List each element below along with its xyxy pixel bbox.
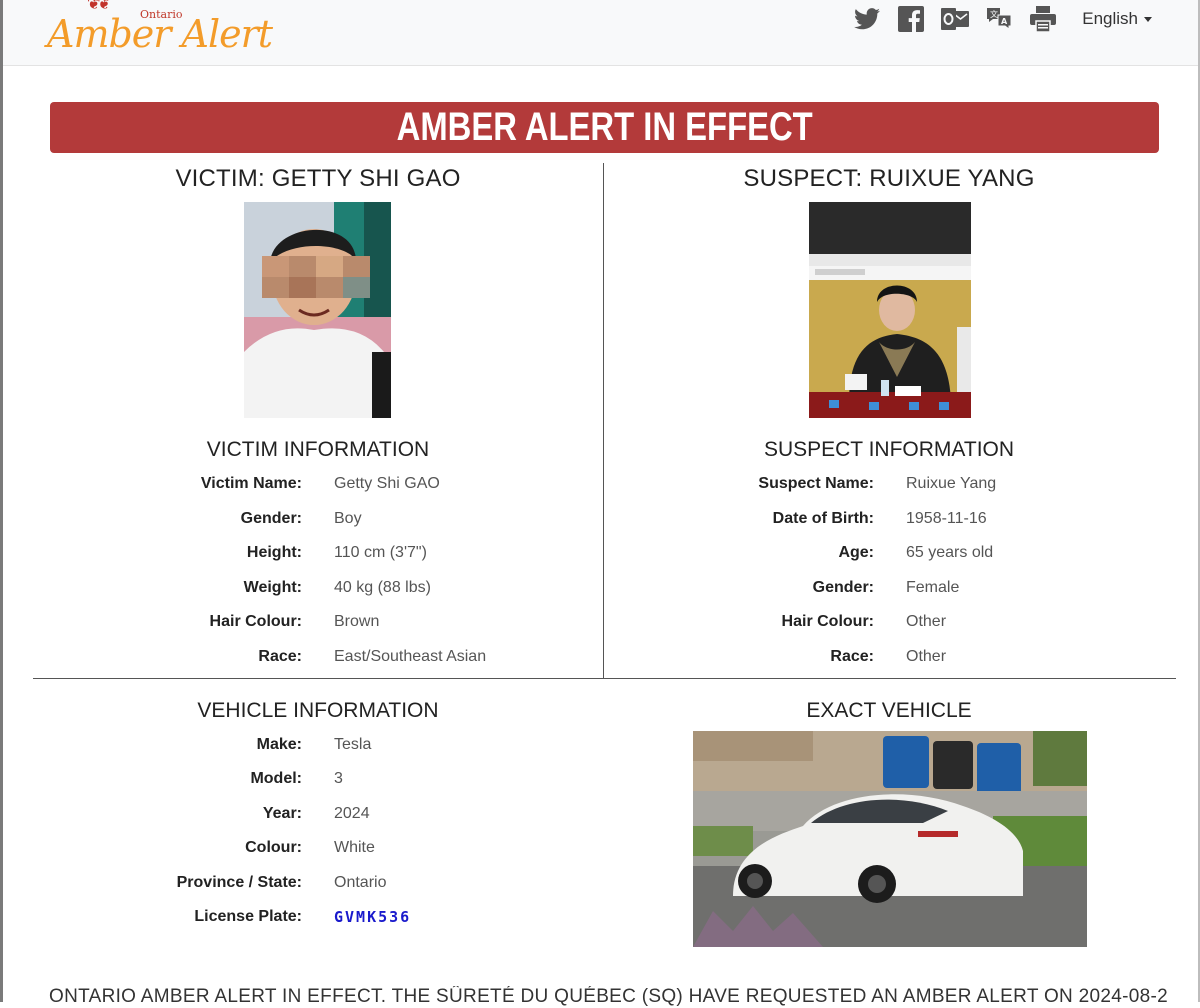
field-label: Model:: [250, 770, 302, 787]
suspect-info-title: SUSPECT INFORMATION: [763, 438, 1015, 461]
field-value: Other: [906, 648, 947, 665]
top-navbar: ❦❦ Ontario Amber Alert 文A English: [3, 0, 1198, 66]
field-value: Ontario: [334, 874, 387, 891]
outlook-icon[interactable]: [940, 5, 970, 33]
field-label: Gender:: [812, 579, 874, 596]
field-label: Hair Colour:: [781, 613, 874, 630]
field-label: Hair Colour:: [209, 613, 302, 630]
field-label: Race:: [258, 648, 302, 665]
field-label: Height:: [246, 544, 302, 561]
logo-text: Amber Alert: [47, 12, 273, 56]
share-toolbar: 文A English: [852, 4, 1152, 34]
victim-info-title: VICTIM INFORMATION: [206, 438, 430, 461]
alert-banner: AMBER ALERT IN EFFECT: [50, 102, 1159, 153]
print-icon[interactable]: [1028, 5, 1058, 33]
victim-heading: VICTIM: GETTY SHI GAO: [175, 165, 461, 192]
field-label: Province / State:: [176, 874, 302, 891]
facebook-icon[interactable]: [896, 5, 926, 33]
svg-text:文: 文: [990, 9, 998, 19]
language-label: English: [1082, 9, 1138, 28]
suspect-photo[interactable]: [809, 202, 971, 418]
translate-icon[interactable]: 文A: [984, 5, 1014, 33]
field-value: Getty Shi GAO: [334, 475, 440, 492]
field-label: Colour:: [245, 839, 302, 856]
victim-photo[interactable]: [244, 202, 391, 418]
vehicle-info-title: VEHICLE INFORMATION: [197, 699, 439, 722]
vehicle-photo[interactable]: [693, 731, 1087, 947]
field-value: Other: [906, 613, 947, 630]
field-value: East/Southeast Asian: [334, 648, 487, 665]
field-value: 40 kg (88 lbs): [334, 579, 431, 596]
field-value: 2024: [334, 805, 370, 822]
field-value: 3: [334, 770, 343, 787]
field-label: Make:: [256, 736, 302, 753]
field-label: Gender:: [240, 510, 302, 527]
language-dropdown[interactable]: English: [1082, 9, 1152, 29]
field-label: Victim Name:: [200, 475, 302, 492]
field-label: Year:: [262, 805, 302, 822]
field-value: 1958-11-16: [906, 510, 987, 527]
svg-text:A: A: [1001, 17, 1008, 26]
exact-vehicle-title: EXACT VEHICLE: [806, 699, 972, 722]
horizontal-divider: [33, 678, 1176, 679]
suspect-heading: SUSPECT: RUIXUE YANG: [743, 165, 1035, 192]
alert-banner-title: AMBER ALERT IN EFFECT: [396, 105, 813, 149]
field-value: Tesla: [334, 736, 372, 753]
amber-alert-logo[interactable]: ❦❦ Ontario Amber Alert: [47, 0, 287, 60]
field-value: 65 years old: [906, 544, 994, 561]
field-label: Race:: [830, 648, 874, 665]
field-label: Suspect Name:: [758, 475, 874, 492]
chevron-down-icon: [1144, 16, 1152, 22]
twitter-icon[interactable]: [852, 5, 882, 33]
field-value: Boy: [334, 510, 362, 527]
field-value: 110 cm (3'7"): [334, 544, 427, 561]
license-plate-value: GVMK536: [334, 908, 412, 926]
field-value: Ruixue Yang: [906, 475, 997, 492]
field-label: Age:: [838, 544, 874, 561]
field-value: White: [334, 839, 375, 856]
alert-description: ONTARIO AMBER ALERT IN EFFECT. THE SÛRET…: [49, 986, 1169, 1007]
field-label: Date of Birth:: [772, 510, 874, 527]
field-label: License Plate:: [194, 908, 302, 925]
field-value: Brown: [334, 613, 380, 630]
window-edge-left: [0, 0, 3, 1002]
field-value: Female: [906, 579, 960, 596]
vertical-divider: [603, 163, 604, 679]
field-label: Weight:: [243, 579, 302, 596]
